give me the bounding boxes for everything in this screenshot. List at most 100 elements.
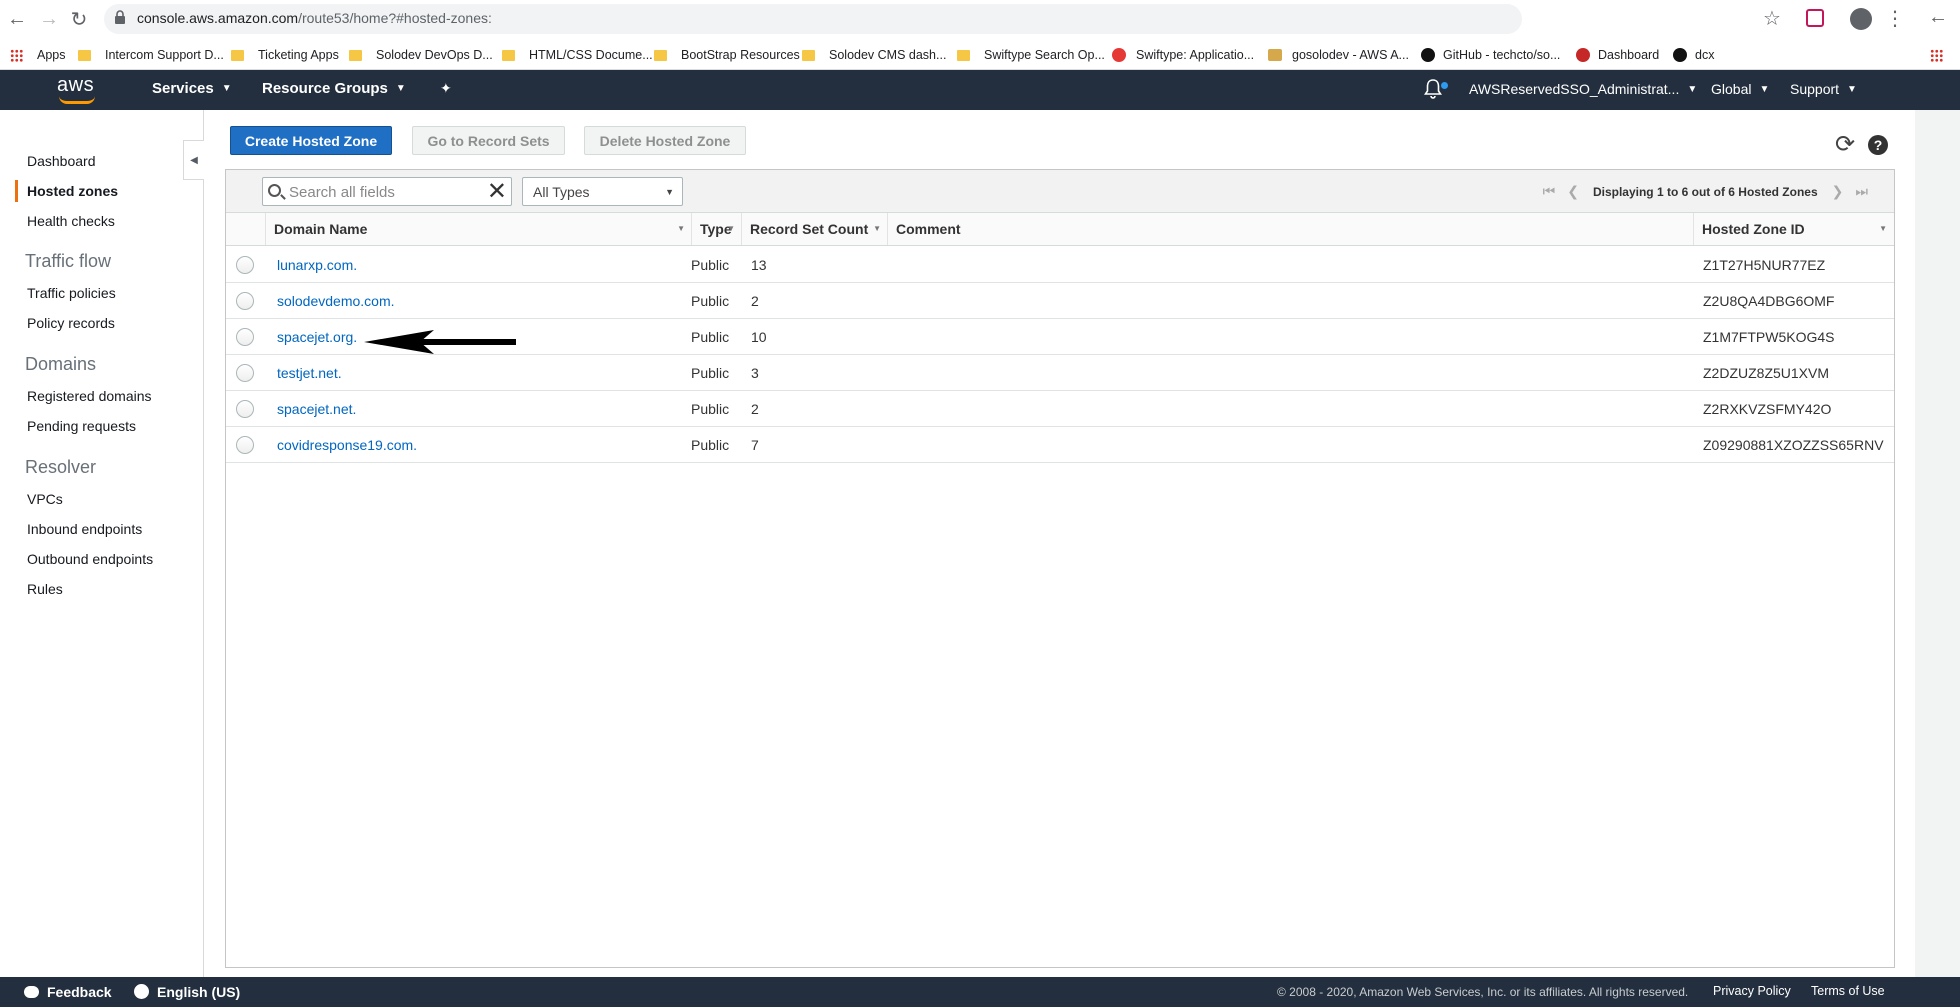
account-menu[interactable]: AWSReservedSSO_Administrat... ▼ — [1469, 81, 1697, 97]
sidebar-item-outbound-endpoints[interactable]: Outbound endpoints — [27, 551, 153, 567]
hosted-zones-panel: ✕ All Types ▼ ⏮ ❮ Displaying 1 to 6 out … — [225, 169, 1895, 968]
help-icon[interactable]: ? — [1868, 135, 1888, 155]
row-select-radio[interactable] — [236, 292, 254, 310]
aws-logo[interactable]: aws — [55, 72, 99, 106]
sidebar-item-policy-records[interactable]: Policy records — [27, 315, 115, 331]
search-input[interactable] — [287, 181, 487, 203]
delete-hosted-zone-button[interactable]: Delete Hosted Zone — [584, 126, 746, 155]
row-select-radio[interactable] — [236, 400, 254, 418]
services-menu[interactable]: Services ▼ — [152, 80, 232, 97]
bookmark-star-icon[interactable]: ☆ — [1763, 6, 1781, 31]
browser-menu-icon[interactable]: ⋮ — [1885, 6, 1905, 31]
last-page-icon[interactable]: ⏭ — [1855, 183, 1868, 200]
prev-page-icon[interactable]: ❮ — [1567, 183, 1579, 200]
first-page-icon[interactable]: ⏮ — [1543, 183, 1556, 200]
chevron-down-icon: ▼ — [221, 83, 232, 94]
support-menu[interactable]: Support ▼ — [1790, 81, 1857, 97]
bookmark-gosolodev[interactable]: gosolodev - AWS A... — [1268, 46, 1409, 64]
clear-search-icon[interactable]: ✕ — [487, 178, 507, 205]
column-label: Comment — [896, 221, 961, 237]
sidebar-item-inbound-endpoints[interactable]: Inbound endpoints — [27, 521, 142, 537]
bookmark-label: HTML/CSS Docume... — [529, 48, 653, 62]
domain-name-link[interactable]: solodevdemo.com. — [277, 293, 395, 309]
sidebar-item-hosted-zones[interactable]: Hosted zones — [27, 183, 118, 199]
chevron-down-icon: ▼ — [1687, 84, 1698, 95]
column-header-hosted-zone-id[interactable]: Hosted Zone ID ▼ — [1693, 213, 1893, 245]
bookmark-ticketing[interactable]: Ticketing Apps — [231, 46, 339, 64]
forward-arrow-icon[interactable]: → — [36, 6, 62, 32]
bookmark-devops[interactable]: Solodev DevOps D... — [349, 46, 493, 64]
domain-name-link[interactable]: covidresponse19.com. — [277, 437, 417, 453]
url-text[interactable]: console.aws.amazon.com/route53/home?#hos… — [137, 10, 492, 26]
sidebar-item-traffic-policies[interactable]: Traffic policies — [27, 285, 116, 301]
row-select-radio[interactable] — [236, 328, 254, 346]
bookmark-github[interactable]: GitHub - techcto/so... — [1421, 46, 1560, 64]
back-arrow-icon[interactable]: ← — [4, 6, 30, 32]
feedback-label: Feedback — [47, 984, 112, 1000]
sidebar-collapse-button[interactable]: ◀ — [183, 140, 204, 180]
folder-icon — [349, 49, 362, 61]
bell-icon[interactable] — [1424, 79, 1442, 99]
bookmark-htmlcss[interactable]: HTML/CSS Docume... — [502, 46, 653, 64]
column-label: Record Set Count — [750, 221, 869, 237]
language-selector[interactable]: English (US) — [134, 984, 240, 1000]
bookmark-overflow-apps[interactable] — [1930, 46, 1957, 64]
bookmark-label: gosolodev - AWS A... — [1292, 48, 1409, 62]
sidebar-item-vpcs[interactable]: VPCs — [27, 491, 63, 507]
table-row[interactable]: spacejet.net. Public 2 Z2RXKVZSFMY42O — [226, 391, 1894, 427]
sidebar-item-health-checks[interactable]: Health checks — [27, 213, 115, 229]
column-header-domain-name[interactable]: Domain Name ▼ — [265, 213, 691, 245]
side-panel-back-icon[interactable]: ← — [1928, 6, 1948, 29]
go-to-record-sets-button[interactable]: Go to Record Sets — [412, 126, 565, 155]
feedback-link[interactable]: Feedback — [24, 984, 112, 1000]
row-select-radio[interactable] — [236, 256, 254, 274]
table-row[interactable]: solodevdemo.com. Public 2 Z2U8QA4DBG6OMF — [226, 283, 1894, 319]
sidebar-item-pending-requests[interactable]: Pending requests — [27, 418, 136, 434]
bookmark-swiftype-app[interactable]: Swiftype: Applicatio... — [1112, 46, 1254, 64]
refresh-icon[interactable]: ⟳ — [1835, 133, 1857, 157]
table-row[interactable]: covidresponse19.com. Public 7 Z09290881X… — [226, 427, 1894, 463]
terms-of-use-link[interactable]: Terms of Use — [1811, 984, 1885, 998]
domain-name-link[interactable]: spacejet.net. — [277, 401, 356, 417]
privacy-policy-link[interactable]: Privacy Policy — [1713, 984, 1791, 998]
extension-icon[interactable] — [1806, 9, 1824, 27]
search-icon — [268, 184, 281, 197]
folder-icon — [502, 49, 515, 61]
table-row[interactable]: testjet.net. Public 3 Z2DZUZ8Z5U1XVM — [226, 355, 1894, 391]
next-page-icon[interactable]: ❯ — [1832, 183, 1844, 200]
hosted-zone-id: Z1M7FTPW5KOG4S — [1703, 329, 1835, 345]
bookmark-intercom[interactable]: Intercom Support D... — [78, 46, 224, 64]
column-header-record-set-count[interactable]: Record Set Count ▼ — [741, 213, 887, 245]
type-filter-select[interactable]: All Types ▼ — [522, 177, 683, 206]
bookmark-apps[interactable]: Apps — [10, 46, 66, 64]
sidebar-item-rules[interactable]: Rules — [27, 581, 63, 597]
bookmark-label: GitHub - techcto/so... — [1443, 48, 1561, 62]
bookmark-label: Intercom Support D... — [105, 48, 224, 62]
column-header-type[interactable]: Type ▼ — [691, 213, 741, 245]
row-select-radio[interactable] — [236, 436, 254, 454]
domain-name-link[interactable]: spacejet.org. — [277, 329, 357, 345]
profile-icon[interactable] — [1850, 8, 1872, 30]
table-row[interactable]: lunarxp.com. Public 13 Z1T27H5NUR77EZ — [226, 247, 1894, 283]
resource-groups-label: Resource Groups — [262, 80, 388, 97]
copyright-text: © 2008 - 2020, Amazon Web Services, Inc.… — [1277, 985, 1689, 999]
region-menu[interactable]: Global ▼ — [1711, 81, 1769, 97]
sidebar-item-dashboard[interactable]: Dashboard — [27, 153, 96, 169]
bookmark-swiftype-search[interactable]: Swiftype Search Op... — [957, 46, 1105, 64]
column-header-comment[interactable]: Comment — [887, 213, 1693, 245]
create-hosted-zone-button[interactable]: Create Hosted Zone — [230, 126, 392, 155]
resource-groups-menu[interactable]: Resource Groups ▼ — [262, 80, 406, 97]
bookmark-dashboard[interactable]: Dashboard — [1576, 46, 1659, 64]
sidebar-item-registered-domains[interactable]: Registered domains — [27, 388, 152, 404]
bookmark-bootstrap[interactable]: BootStrap Resources — [654, 46, 800, 64]
pin-icon[interactable]: ✦ — [440, 80, 452, 97]
reload-icon[interactable]: ↻ — [66, 6, 92, 32]
bookmark-solodev-cms[interactable]: Solodev CMS dash... — [802, 46, 946, 64]
bookmark-dcx[interactable]: dcx — [1673, 46, 1714, 64]
row-select-radio[interactable] — [236, 364, 254, 382]
record-set-count: 13 — [751, 257, 767, 273]
record-set-count: 3 — [751, 365, 759, 381]
domain-name-link[interactable]: testjet.net. — [277, 365, 342, 381]
search-box[interactable]: ✕ — [262, 177, 512, 206]
domain-name-link[interactable]: lunarxp.com. — [277, 257, 357, 273]
